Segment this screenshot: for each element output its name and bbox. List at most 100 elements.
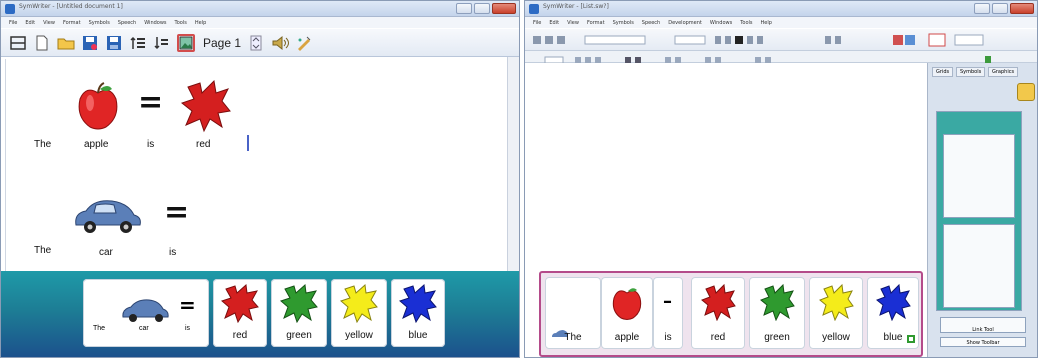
menu-speech[interactable]: Speech: [642, 20, 660, 26]
spell-check-icon[interactable]: [295, 34, 313, 52]
window-title: SymWriter - [Untitled document 1]: [19, 3, 123, 10]
menu-file[interactable]: File: [9, 20, 17, 26]
minimize-button[interactable]: [974, 3, 990, 14]
grid-thumbnail[interactable]: [943, 224, 1015, 308]
menu-symbols[interactable]: Symbols: [89, 20, 110, 26]
grid-cell-yellow[interactable]: yellow: [331, 279, 387, 347]
grid-cell-red[interactable]: red: [691, 277, 745, 349]
grid-thumbnail-list[interactable]: [936, 111, 1022, 311]
red-splat-icon: [701, 283, 736, 321]
car-icon: [122, 299, 169, 322]
symbol-size-down-icon[interactable]: [153, 34, 171, 52]
grid-cell-green[interactable]: green: [749, 277, 805, 349]
close-button[interactable]: [1010, 3, 1034, 14]
doc-word: car: [99, 247, 113, 258]
menu-edit[interactable]: Edit: [25, 20, 35, 26]
cell-label: is: [664, 332, 672, 343]
grid-cell-blue[interactable]: blue: [391, 279, 445, 347]
grid-cell-apple[interactable]: apple: [601, 277, 653, 349]
menu-speech[interactable]: Speech: [118, 20, 136, 26]
menu-edit[interactable]: Edit: [549, 20, 559, 26]
app-icon: [529, 4, 539, 14]
menu-file[interactable]: File: [533, 20, 541, 26]
title-bar: SymWriter - [List.sw?]: [525, 1, 1037, 17]
grid-thumbnail[interactable]: [943, 134, 1015, 218]
menu-bar: File Edit View Format Symbols Speech Dev…: [525, 17, 1037, 28]
grid-cell-sentence[interactable]: = The car is: [83, 279, 209, 347]
minimize-button[interactable]: [456, 3, 472, 14]
cell-word: is: [185, 325, 191, 332]
tab-graphics[interactable]: Graphics: [988, 67, 1019, 77]
window-controls: [456, 3, 516, 15]
save-as-icon[interactable]: [81, 34, 99, 52]
speaker-icon[interactable]: [271, 34, 290, 52]
menu-windows[interactable]: Windows: [144, 20, 166, 26]
window-controls: [974, 3, 1034, 15]
menu-symbols[interactable]: Symbols: [613, 20, 634, 26]
doc-word: apple: [84, 139, 109, 150]
apple-symbol: [76, 81, 120, 131]
app-icon: [5, 4, 15, 14]
cell-label: red: [710, 332, 726, 343]
save-icon[interactable]: [105, 34, 123, 52]
toolbar-icons: [533, 33, 984, 47]
vertical-scrollbar[interactable]: [507, 57, 519, 271]
grid-cell-red[interactable]: red: [213, 279, 267, 347]
format-toolbar: [525, 29, 1037, 51]
grid-cell-blue[interactable]: blue: [867, 277, 919, 349]
blue-splat-icon: [399, 283, 437, 323]
symbol-grid-selected[interactable]: The apple – is red green yellow blue: [539, 271, 923, 357]
grid-cell-yellow[interactable]: yellow: [809, 277, 863, 349]
car-icon: [75, 200, 141, 233]
equals-symbol: =: [179, 293, 196, 317]
maximize-button[interactable]: [992, 3, 1008, 14]
document-area[interactable]: [527, 63, 919, 271]
document-area[interactable]: = The apple is red = The car is: [5, 59, 507, 271]
symbol-size-up-icon[interactable]: [129, 34, 147, 52]
blue-splat-icon: [876, 283, 911, 321]
menu-help[interactable]: Help: [761, 20, 772, 26]
link-tool-button[interactable]: Link Tool: [940, 317, 1026, 333]
side-panel: Grids Symbols Graphics Link Tool Show To…: [927, 63, 1037, 357]
resize-handle[interactable]: [907, 335, 915, 343]
tab-symbols[interactable]: Symbols: [956, 67, 986, 77]
menu-format[interactable]: Format: [587, 20, 605, 26]
maximize-button[interactable]: [474, 3, 490, 14]
secondary-toolbar: [525, 51, 1037, 64]
cell-label: apple: [614, 332, 640, 343]
cell-label: yellow: [822, 332, 850, 343]
menu-view[interactable]: View: [567, 20, 579, 26]
close-button[interactable]: [492, 3, 516, 14]
menu-tools[interactable]: Tools: [740, 20, 752, 26]
grid-cell-green[interactable]: green: [271, 279, 327, 347]
menu-development[interactable]: Development: [668, 20, 702, 26]
apple-icon: [612, 288, 642, 320]
menu-tools[interactable]: Tools: [175, 20, 187, 26]
picture-toggle-icon[interactable]: [177, 33, 195, 52]
grid-mode-icon[interactable]: [9, 34, 27, 52]
cell-label: The: [564, 332, 582, 343]
lock-icon[interactable]: [1017, 83, 1035, 101]
menu-view[interactable]: View: [43, 20, 55, 26]
green-splat-icon: [280, 283, 318, 323]
tab-grids[interactable]: Grids: [932, 67, 954, 77]
yellow-splat-icon: [819, 283, 854, 321]
open-folder-icon[interactable]: [57, 34, 75, 52]
grid-cell-the[interactable]: The: [545, 277, 601, 349]
text-cursor: [247, 135, 249, 151]
new-document-icon[interactable]: [33, 34, 51, 52]
page-indicator: Page 1: [203, 35, 242, 50]
grid-cell-is[interactable]: – is: [653, 277, 683, 349]
doc-word: The: [34, 139, 52, 150]
show-toolbar-button[interactable]: Show Toolbar: [940, 337, 1026, 347]
page-spinner-icon[interactable]: [247, 34, 265, 52]
cell-label: blue: [408, 330, 428, 341]
menu-help[interactable]: Help: [195, 20, 206, 26]
cell-label: green: [764, 332, 790, 343]
cell-label: red: [232, 330, 248, 341]
menu-format[interactable]: Format: [63, 20, 81, 26]
equals-symbol: =: [138, 85, 164, 120]
symwriter-window-left: SymWriter - [Untitled document 1] File E…: [0, 0, 520, 358]
menu-windows[interactable]: Windows: [710, 20, 732, 26]
yellow-splat-icon: [340, 283, 378, 323]
